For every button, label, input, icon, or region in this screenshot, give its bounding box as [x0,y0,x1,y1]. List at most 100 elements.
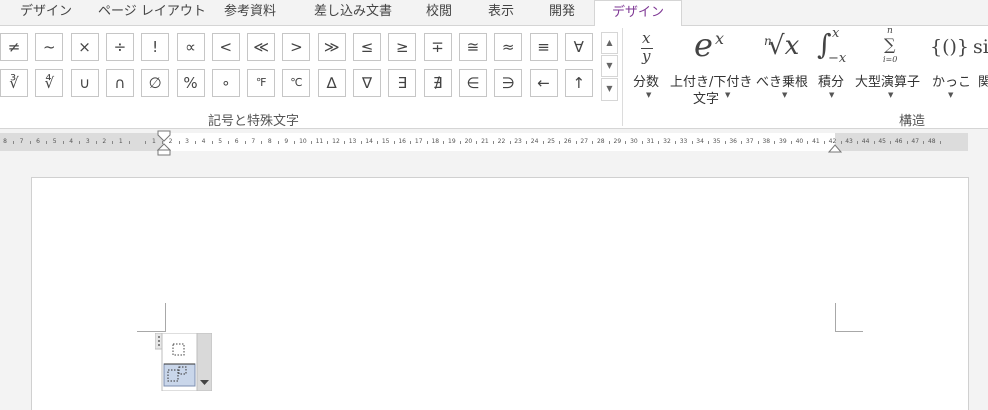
ruler-tick-label: 8 [3,138,7,145]
ruler-tick-label: 8 [267,138,272,145]
tab-design[interactable]: デザイン [20,0,72,26]
symbol-button[interactable]: ℃ [282,69,311,97]
ruler-tick-mark [46,141,48,144]
ruler-tick-mark [410,141,412,144]
ruler-tick-label: 3 [85,138,90,145]
large-operator-button[interactable]: n ∑ i=0 大型演算子 ▼ [853,26,927,106]
ruler-tick-mark [178,141,180,144]
ruler-tick-label: 47 [911,138,920,145]
summation-icon: ∑ [884,35,896,54]
symbol-button[interactable]: % [176,69,205,97]
tab-review[interactable]: 校閲 [426,0,452,26]
symbol-button[interactable]: × [70,33,99,61]
symbol-button[interactable]: ∓ [423,33,452,61]
symbol-button[interactable]: ∇ [353,69,381,97]
fraction-button[interactable]: x y 分数 ▼ [630,26,666,106]
symbol-button[interactable]: ≅ [458,33,487,61]
tab-developer[interactable]: 開発 [549,0,575,26]
symbol-button[interactable]: ↑ [564,69,593,97]
ruler-tick-label: 9 [284,138,289,145]
tab-equation-design[interactable]: デザイン [594,0,683,27]
symbol-button[interactable]: < [211,33,240,61]
integral-label: 積分 [818,75,845,90]
symbol-button[interactable]: ∪ [70,69,99,97]
symbol-button[interactable]: ≠ [0,33,28,61]
symbol-button[interactable]: ÷ [105,33,134,61]
ruler-tick-mark [360,141,362,144]
gallery-more-button[interactable]: ▼ [601,78,618,101]
ruler-tick-label: 26 [563,138,572,145]
ruler-tick-label: 4 [201,138,206,145]
structures-group-label: 構造 [899,114,926,129]
ruler-tick-mark [923,141,925,144]
radical-icon: √x [768,31,800,61]
ruler-tick-mark [658,141,660,144]
horizontal-ruler[interactable]: 8 7 6 5 4 3 2 1 1 2 3 4 5 6 7 8 9 10 11 12 13 14 15 16 17 18 19 20 2… [0,133,968,151]
crop-mark-left-horizontal [137,331,165,332]
equation-placeholder-widget[interactable] [154,332,213,392]
ruler-tick-mark [708,141,710,144]
chevron-down-icon: ▼ [829,91,835,99]
bracket-button[interactable]: {()} かっこ ▼ [928,26,972,106]
ruler-tick-mark [608,141,610,144]
symbol-button[interactable]: ∋ [494,69,523,97]
symbol-button[interactable]: ∘ [211,69,240,97]
symbol-button[interactable]: ∩ [105,69,134,97]
symbols-group-label: 記号と特殊文字 [208,114,300,129]
symbol-button[interactable]: ∈ [458,69,487,97]
tab-mailings[interactable]: 差し込み文書 [314,0,392,26]
symbol-button[interactable]: ≡ [529,33,558,61]
script-button[interactable]: e x 上付き/下付き 文字 ▼ [668,26,754,107]
tab-view[interactable]: 表示 [488,0,514,26]
ruler-tick-label: 5 [52,138,57,145]
ruler-tick-label: 18 [431,138,440,145]
symbol-button[interactable]: ∝ [176,33,205,61]
ruler-tick-label: 48 [927,138,936,145]
symbol-button[interactable]: ∛ [0,69,28,97]
symbol-button[interactable]: ~ [35,33,64,61]
symbol-button[interactable]: ≫ [317,33,346,61]
gallery-scroll-up-button[interactable]: ▲ [601,32,618,54]
script-superscript: x [715,29,725,48]
script-base: e [694,26,713,64]
ruler-tick-label: 21 [481,138,489,145]
symbol-button[interactable]: > [282,33,311,61]
integral-button[interactable]: ∫ x −x 積分 ▼ [812,26,852,106]
ruler-tick-mark [526,141,528,144]
ruler-tick-label: 46 [894,138,903,145]
ruler-tick-mark [675,141,676,144]
operator-lower: i=0 [883,55,898,64]
radical-button[interactable]: n √x べき乗根 ▼ [756,26,810,106]
tab-page-layout[interactable]: ページ レイアウト [98,0,206,26]
ruler-tick-mark [244,141,246,144]
symbol-button[interactable]: ∃ [388,69,417,97]
ruler-tick-mark [211,141,213,144]
ruler-tick-label: 30 [630,138,638,145]
symbol-button[interactable]: ∄ [423,69,452,97]
bracket-label: かっこ [932,75,972,90]
symbol-button[interactable]: ≪ [247,33,276,61]
symbol-button[interactable]: ≥ [388,33,417,61]
ruler-tick-label: 3 [185,138,189,145]
ruler-tick-label: 1 [118,138,123,145]
symbol-button[interactable]: ! [141,33,170,61]
ruler-tick-label: 35 [712,138,721,145]
symbol-button[interactable]: ← [529,69,558,97]
right-indent-marker[interactable] [828,142,842,154]
chevron-down-icon: ▼ [888,91,894,99]
first-line-indent-marker[interactable] [157,130,171,156]
tab-references[interactable]: 参考資料 [224,0,276,26]
symbol-button[interactable]: ∜ [35,69,64,97]
ruler-tick-label: 25 [547,138,555,145]
ruler-tick-label: 38 [762,138,771,145]
chevron-down-icon: ▼ [782,91,788,99]
symbol-button[interactable]: ∆ [317,69,346,97]
symbol-button[interactable]: ∅ [141,69,170,97]
symbol-button[interactable]: ∀ [564,33,593,61]
symbol-button[interactable]: ≤ [353,33,381,61]
function-button[interactable]: si 関 [970,26,988,106]
symbol-button[interactable]: ℉ [247,69,276,97]
symbol-button[interactable]: ≈ [494,33,523,61]
gallery-scroll-down-button[interactable]: ▼ [601,55,618,77]
ruler-tick-label: 31 [646,138,655,145]
